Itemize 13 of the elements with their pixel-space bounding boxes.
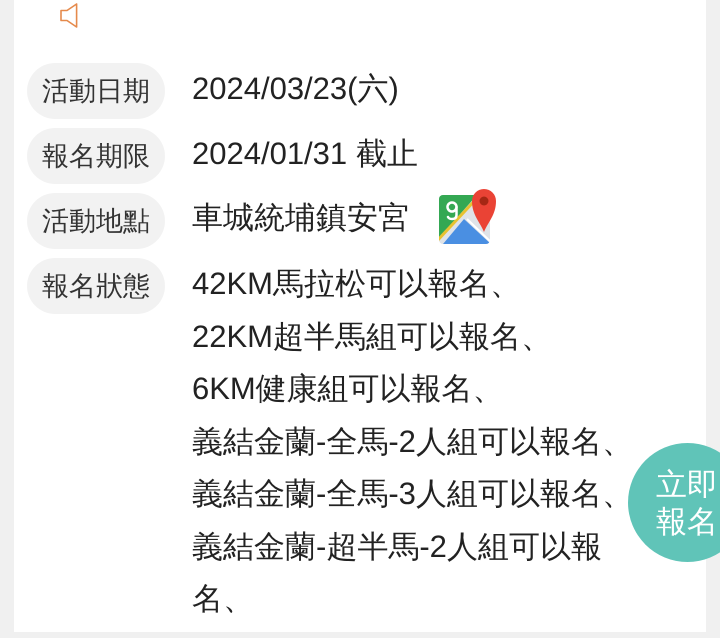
map-icon[interactable] (439, 188, 497, 244)
speaker-icon (60, 3, 78, 28)
field-label: 活動地點 (27, 193, 165, 249)
location-text: 車城統埔鎮安宮 (192, 198, 409, 237)
status-item: 義結金蘭-超半馬-2人組可以報名、 (192, 528, 603, 618)
status-item: 42KM馬拉松可以報名、 (192, 265, 521, 303)
status-item: 6KM健康組可以報名、 (192, 370, 504, 408)
field-label: 活動日期 (27, 63, 165, 119)
field-label: 報名期限 (27, 128, 165, 184)
status-item: 22KM超半馬組可以報名、 (192, 318, 552, 356)
field-value: 2024/03/23(六) (192, 70, 399, 108)
field-value: 2024/01/31 截止 (192, 135, 418, 173)
field-label: 報名狀態 (27, 258, 165, 314)
